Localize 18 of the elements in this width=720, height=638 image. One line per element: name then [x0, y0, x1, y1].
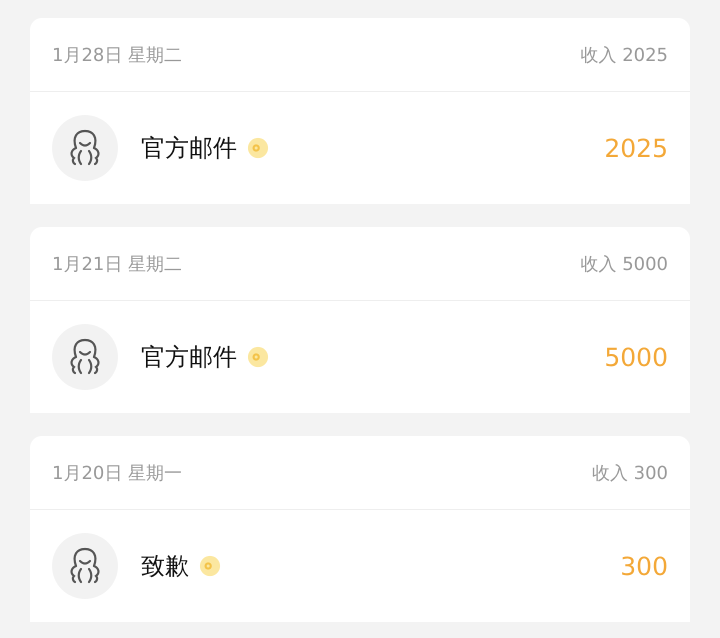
record-date: 1月21日 星期二 — [52, 252, 182, 276]
record-date: 1月20日 星期一 — [52, 462, 182, 484]
coin-icon — [247, 346, 269, 368]
octopus-avatar-icon — [52, 115, 118, 181]
sender-name: 官方邮件 — [141, 133, 237, 164]
octopus-avatar-icon — [52, 324, 118, 390]
income-total: 收入 300 — [592, 462, 668, 484]
coin-amount: 2025 — [604, 134, 668, 162]
sender-name: 官方邮件 — [141, 342, 237, 373]
sender-name: 致歉 — [141, 551, 189, 582]
coin-icon — [199, 555, 221, 577]
income-total: 收入 2025 — [580, 44, 668, 66]
octopus-avatar-icon — [52, 533, 118, 599]
coin-amount: 300 — [620, 552, 668, 580]
coin-icon — [247, 137, 269, 159]
income-total: 收入 5000 — [580, 252, 668, 276]
record-date: 1月28日 星期二 — [52, 44, 182, 66]
coin-amount: 5000 — [604, 342, 668, 372]
